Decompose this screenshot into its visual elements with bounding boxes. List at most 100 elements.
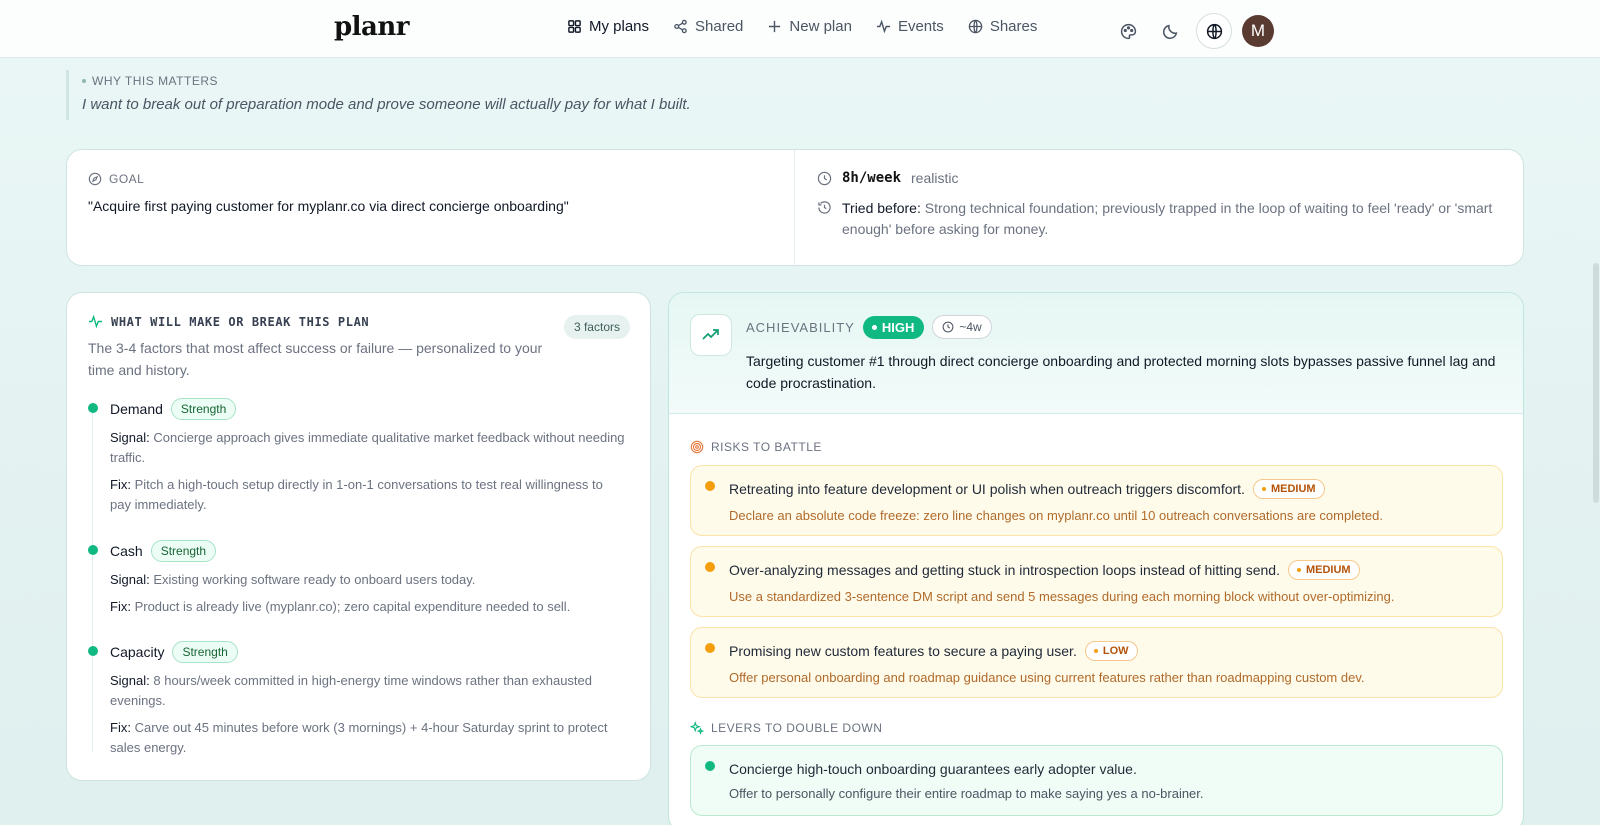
tried-before-text: Tried before: Strong technical foundatio…: [842, 198, 1497, 240]
clock-icon: [942, 321, 954, 333]
risk-title: Promising new custom features to secure …: [729, 643, 1077, 659]
level-dot: [871, 324, 877, 330]
nav-new-plan[interactable]: New plan: [767, 18, 852, 35]
target-icon: [690, 440, 704, 454]
tried-before-row: Tried before: Strong technical foundatio…: [817, 198, 1497, 240]
factor-name: Capacity: [110, 644, 165, 660]
plus-icon: [769, 20, 781, 33]
make-or-break-card: WHAT WILL MAKE OR BREAK THIS PLAN 3 fact…: [66, 292, 651, 781]
achievability-summary-text: Targeting customer #1 through direct con…: [746, 353, 1496, 391]
bullet-dot: [82, 79, 86, 83]
achievability-header: ACHIEVABILITY HIGH ~4w: [746, 315, 992, 339]
time-commitment-value: 8h/week: [842, 170, 902, 186]
globe-icon: [968, 19, 983, 34]
risk-severity-badge: LOW: [1084, 641, 1138, 661]
compass-icon: [88, 172, 102, 186]
scrollbar-thumb[interactable]: [1593, 263, 1599, 503]
grid-icon: [568, 20, 581, 33]
trending-up-icon: [702, 329, 719, 340]
risk-severity-badge: MEDIUM: [1287, 560, 1360, 580]
app-logo[interactable]: planr: [334, 12, 410, 42]
clock-icon: [817, 171, 832, 185]
factor-fix-text: Carve out 45 minutes before work (3 morn…: [110, 720, 608, 755]
factor-signal: Signal: Existing working software ready …: [110, 570, 625, 590]
goal-label: GOAL: [109, 172, 145, 186]
factor-body: Signal: Concierge approach gives immedia…: [110, 428, 625, 515]
factor-header: Capacity Strength: [110, 641, 238, 663]
risk-header: Over-analyzing messages and getting stuc…: [729, 560, 1360, 580]
top-navigation-bar: planr My plans Shared New plan Events Sh…: [0, 0, 1600, 58]
page-scrollbar[interactable]: [1592, 58, 1600, 825]
dark-mode-button[interactable]: [1154, 15, 1186, 47]
severity-dot: [1296, 568, 1301, 572]
risks-label: RISKS TO BATTLE: [711, 440, 822, 454]
moon-icon: [1162, 24, 1177, 39]
severity-dot: [1261, 487, 1266, 491]
factor-fix: Fix: Carve out 45 minutes before work (3…: [110, 718, 625, 758]
globe-icon: [1206, 23, 1222, 39]
achievability-label: ACHIEVABILITY: [746, 319, 855, 335]
achievability-level-badge: HIGH: [862, 315, 925, 339]
factors-timeline-line: [92, 408, 93, 752]
activity-icon: [876, 19, 891, 34]
factor-status-dot: [88, 646, 98, 656]
nav-events-label: Events: [897, 18, 944, 35]
factor-fix-text: Pitch a high-touch setup directly in 1-o…: [110, 477, 603, 512]
factors-title: WHAT WILL MAKE OR BREAK THIS PLAN: [111, 314, 370, 329]
signal-label: Signal:: [110, 430, 150, 445]
why-this-matters: WHY THIS MATTERS I want to break out of …: [66, 70, 691, 120]
goal-card: GOAL "Acquire first paying customer for …: [66, 149, 1524, 267]
factor-signal-text: 8 hours/week committed in high-energy ti…: [110, 673, 592, 708]
risk-title: Retreating into feature development or U…: [729, 481, 1245, 497]
factor-header: Cash Strength: [110, 540, 217, 562]
main-nav: My plans Shared New plan Events Shares: [567, 18, 1037, 35]
nav-shares-label: Shares: [989, 18, 1038, 35]
risk-dot: [705, 643, 715, 653]
levers-label: LEVERS TO DOUBLE DOWN: [711, 721, 883, 735]
user-avatar[interactable]: M: [1242, 15, 1274, 47]
history-icon: [818, 201, 831, 214]
nav-events[interactable]: Events: [876, 18, 944, 35]
fix-label: Fix:: [110, 477, 131, 492]
nav-my-plans[interactable]: My plans: [567, 18, 649, 35]
why-label: WHY THIS MATTERS: [92, 74, 219, 88]
nav-new-plan-label: New plan: [789, 18, 852, 35]
levers-label-row: LEVERS TO DOUBLE DOWN: [690, 721, 882, 735]
lever-dot: [705, 761, 715, 771]
time-commitment-row: 8h/week realistic: [817, 170, 1497, 186]
nav-shares[interactable]: Shares: [968, 18, 1038, 35]
factors-count-badge: 3 factors: [563, 315, 630, 339]
why-label-row: WHY THIS MATTERS: [82, 74, 691, 88]
tried-before-body: Strong technical foundation; previously …: [842, 200, 1493, 237]
factor-status-dot: [88, 403, 98, 413]
risk-mitigation: Declare an absolute code freeze: zero li…: [729, 508, 1383, 523]
goal-divider: [794, 150, 795, 267]
share-icon: [674, 19, 687, 34]
risk-mitigation: Offer personal onboarding and roadmap gu…: [729, 670, 1365, 685]
risk-severity: LOW: [1102, 645, 1129, 657]
factor-tag: Strength: [172, 641, 238, 663]
risk-item: Retreating into feature development or U…: [690, 465, 1503, 536]
factor-signal-text: Existing working software ready to onboa…: [153, 572, 476, 587]
factor-body: Signal: Existing working software ready …: [110, 570, 625, 617]
factor-tag: Strength: [170, 398, 237, 420]
factor-fix: Fix: Pitch a high-touch setup directly i…: [110, 475, 625, 515]
factor-name: Cash: [110, 543, 143, 559]
language-button[interactable]: [1196, 13, 1232, 49]
risk-severity-badge: MEDIUM: [1252, 479, 1325, 499]
risk-item: Promising new custom features to secure …: [690, 627, 1503, 698]
factors-subtitle: The 3-4 factors that most affect success…: [88, 340, 543, 378]
factor-header: Demand Strength: [110, 398, 237, 420]
nav-shared[interactable]: Shared: [673, 18, 743, 35]
factor-body: Signal: 8 hours/week committed in high-e…: [110, 671, 625, 758]
factor-name: Demand: [110, 401, 163, 417]
risks-label-row: RISKS TO BATTLE: [690, 440, 822, 454]
lever-item: Concierge high-touch onboarding guarante…: [690, 745, 1503, 816]
sparkles-icon: [690, 721, 704, 735]
theme-palette-button[interactable]: [1112, 15, 1144, 47]
achievability-level: HIGH: [881, 319, 915, 335]
palette-icon: [1120, 23, 1136, 39]
factor-fix: Fix: Product is already live (myplanr.co…: [110, 597, 625, 617]
goal-meta: 8h/week realistic Tried before: Strong t…: [817, 170, 1497, 240]
achievability-card: ACHIEVABILITY HIGH ~4w Targeting custome…: [668, 292, 1524, 825]
